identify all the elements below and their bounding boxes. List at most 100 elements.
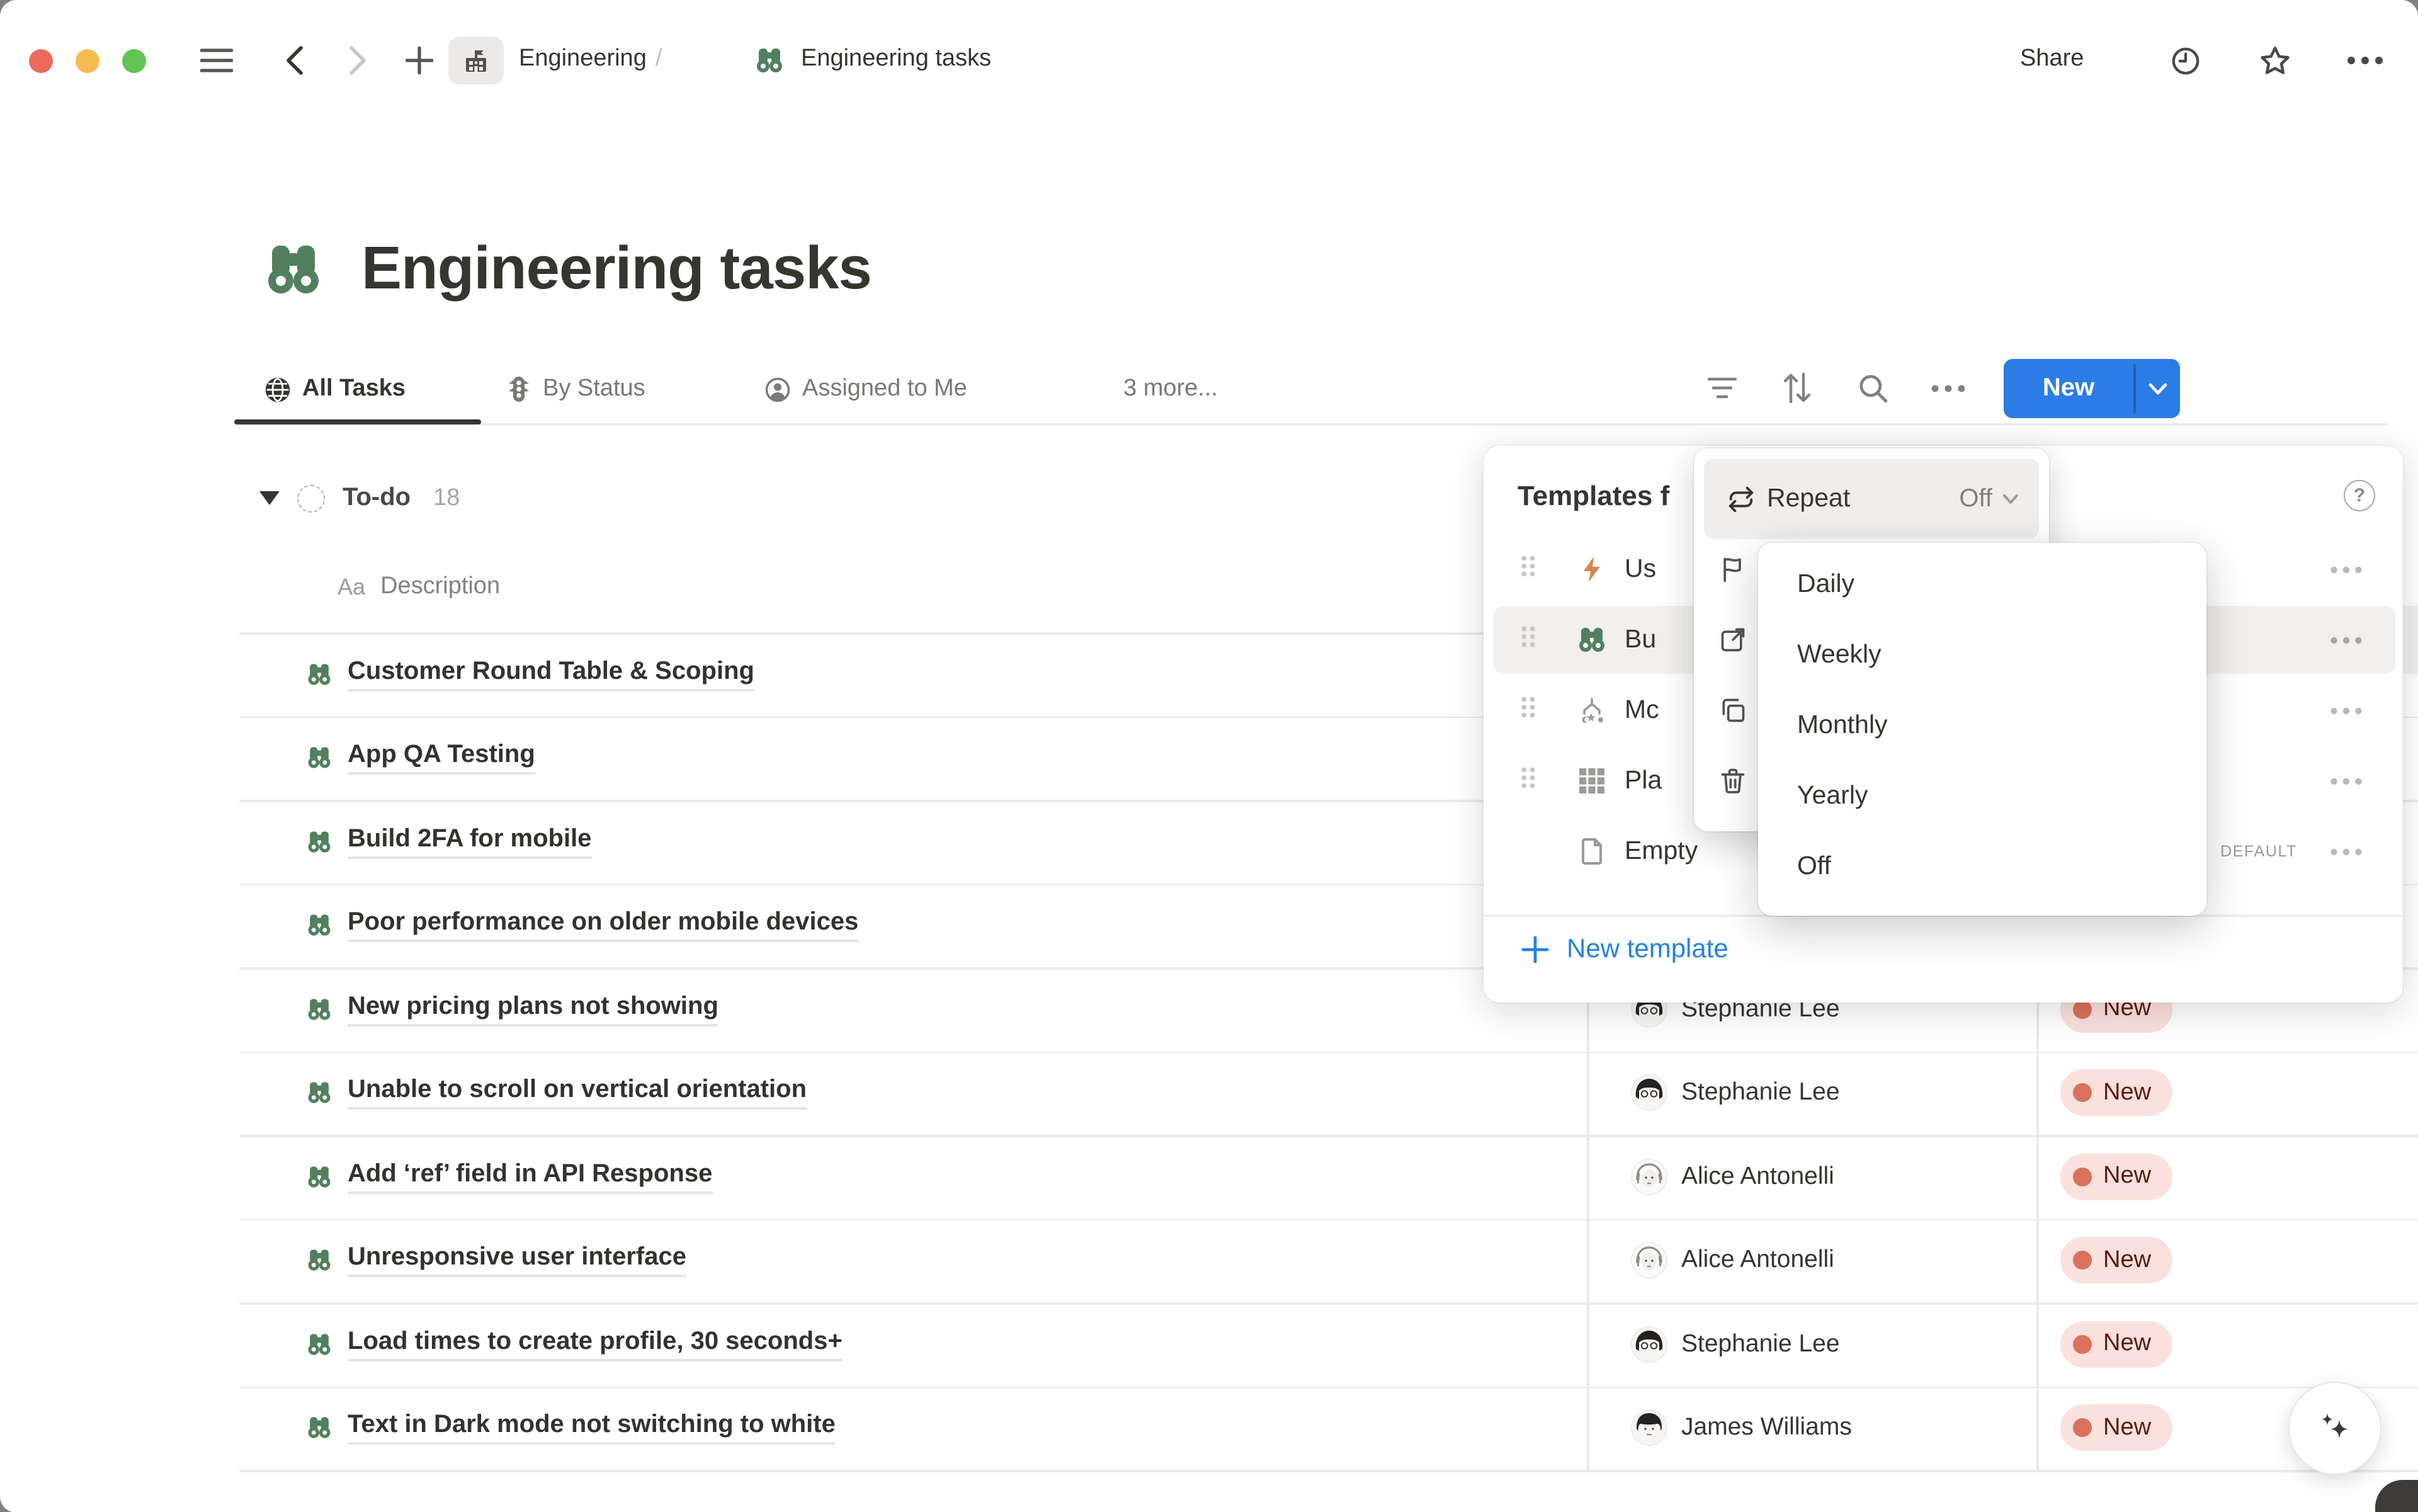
table-row[interactable]: Unresponsive user interface	[306, 1235, 686, 1285]
task-title[interactable]: Unresponsive user interface	[348, 1243, 686, 1277]
tab-label: All Tasks	[302, 375, 406, 403]
assignee-cell[interactable]: Stephanie Lee	[1632, 1319, 1840, 1369]
group-name[interactable]: To-do	[343, 484, 411, 513]
status-dot-icon	[2073, 1418, 2092, 1437]
task-title[interactable]: Poor performance on older mobile devices	[348, 908, 858, 942]
status-label: New	[2103, 1079, 2151, 1106]
assignee-cell[interactable]: James Williams	[1632, 1402, 1852, 1453]
menu-option-weekly[interactable]: Weekly	[1758, 620, 2206, 690]
traffic-light-close[interactable]	[29, 48, 53, 72]
breadcrumb-separator: /	[647, 45, 671, 72]
assignee-cell[interactable]: Stephanie Lee	[1632, 1067, 1840, 1118]
drag-handle-icon[interactable]	[1521, 696, 1535, 724]
favorite-button[interactable]	[2257, 43, 2292, 78]
table-row[interactable]: Add ‘ref’ field in API Response	[306, 1151, 712, 1202]
table-row[interactable]: Customer Round Table & Scoping	[306, 649, 754, 699]
task-title[interactable]: Build 2FA for mobile	[348, 824, 591, 858]
notion-window: Engineering/ Engineering tasks Share	[0, 0, 2418, 1512]
template-more-button[interactable]	[2330, 770, 2363, 792]
new-template-button[interactable]: New template	[1521, 935, 1728, 965]
ai-assistant-button[interactable]	[2288, 1382, 2381, 1475]
breadcrumb-page-icon-wrap	[753, 45, 786, 76]
status-badge[interactable]: New	[2060, 1069, 2172, 1116]
group-disclosure-icon[interactable]	[259, 491, 280, 505]
claw-machine-icon	[1577, 695, 1607, 725]
breadcrumb: Engineering/	[519, 45, 671, 73]
column-header-label: Description	[380, 573, 500, 601]
drag-handle-icon[interactable]	[1521, 767, 1535, 795]
menu-option-daily[interactable]: Daily	[1758, 549, 2206, 620]
globe-icon	[264, 376, 291, 402]
status-badge[interactable]: New	[2060, 1237, 2172, 1283]
tab-more[interactable]: 3 more...	[1123, 370, 1218, 408]
drag-handle-icon[interactable]	[1521, 626, 1535, 654]
task-title[interactable]: Customer Round Table & Scoping	[348, 657, 754, 691]
traffic-light-zoom[interactable]	[122, 48, 146, 72]
avatar	[1632, 1159, 1666, 1193]
breadcrumb-workspace[interactable]: Engineering	[519, 45, 647, 72]
assignee-cell[interactable]: Alice Antonelli	[1632, 1151, 1834, 1202]
page-icon-wrap[interactable]	[263, 239, 324, 300]
task-title[interactable]: New pricing plans not showing	[348, 992, 718, 1026]
new-page-button[interactable]	[403, 45, 436, 76]
table-row[interactable]: Load times to create profile, 30 seconds…	[306, 1319, 843, 1369]
column-header-description[interactable]: Aa Description	[338, 573, 500, 601]
sidebar-menu-button[interactable]	[199, 45, 234, 76]
tab-label: Assigned to Me	[802, 375, 967, 403]
table-row[interactable]: App QA Testing	[306, 732, 535, 783]
menu-item-repeat[interactable]: Repeat Off	[1704, 458, 2039, 539]
chevron-left-icon	[285, 45, 305, 76]
binoculars-icon	[306, 744, 332, 771]
breadcrumb-workspace-chip[interactable]	[448, 37, 504, 84]
repeat-options-menu: Daily Weekly Monthly Yearly Off	[1758, 543, 2206, 916]
menu-option-yearly[interactable]: Yearly	[1758, 761, 2206, 831]
breadcrumb-page[interactable]: Engineering tasks	[801, 45, 991, 73]
search-button[interactable]	[1856, 370, 1889, 406]
menu-option-off[interactable]: Off	[1758, 831, 2206, 902]
binoculars-icon	[306, 828, 332, 855]
nav-back-button[interactable]	[280, 45, 310, 76]
template-more-button[interactable]	[2330, 628, 2363, 651]
ellipsis-icon	[2346, 55, 2384, 65]
share-button[interactable]: Share	[2020, 45, 2084, 73]
page-title: Engineering tasks	[361, 234, 871, 304]
topbar-more-button[interactable]	[2345, 53, 2385, 68]
traffic-light-minimize[interactable]	[76, 48, 99, 72]
task-title[interactable]: App QA Testing	[348, 741, 535, 775]
table-row[interactable]: Unable to scroll on vertical orientation	[306, 1067, 807, 1118]
row-highlight-edge	[2403, 606, 2418, 674]
active-tab-underline	[234, 419, 481, 424]
status-badge[interactable]: New	[2060, 1153, 2172, 1200]
avatar	[1632, 1243, 1666, 1277]
template-more-button[interactable]	[2330, 558, 2363, 581]
task-title[interactable]: Load times to create profile, 30 seconds…	[348, 1327, 843, 1361]
status-badge[interactable]: New	[2060, 1404, 2172, 1451]
table-row[interactable]: Poor performance on older mobile devices	[306, 900, 858, 950]
lightning-icon	[1577, 554, 1607, 584]
assignee-cell[interactable]: Alice Antonelli	[1632, 1235, 1834, 1285]
sort-button[interactable]	[1781, 370, 1813, 406]
template-more-button[interactable]	[2330, 840, 2363, 863]
tab-by-status[interactable]: By Status	[506, 370, 645, 408]
tab-all-tasks[interactable]: All Tasks	[264, 370, 406, 408]
table-row[interactable]: Text in Dark mode not switching to white	[306, 1402, 836, 1453]
status-badge[interactable]: New	[2060, 1321, 2172, 1367]
new-button[interactable]: New	[2004, 359, 2133, 418]
new-button-dropdown[interactable]	[2135, 359, 2180, 418]
table-row[interactable]: New pricing plans not showing	[306, 984, 718, 1034]
person-circle-icon	[764, 376, 791, 402]
task-title[interactable]: Unable to scroll on vertical orientation	[348, 1076, 807, 1110]
filter-button[interactable]	[1705, 373, 1738, 403]
menu-option-monthly[interactable]: Monthly	[1758, 690, 2206, 761]
task-title[interactable]: Text in Dark mode not switching to white	[348, 1411, 836, 1445]
template-more-button[interactable]	[2330, 699, 2363, 722]
drag-handle-icon[interactable]	[1521, 555, 1535, 583]
task-title[interactable]: Add ‘ref’ field in API Response	[348, 1159, 712, 1193]
table-row[interactable]: Build 2FA for mobile	[306, 816, 591, 867]
nav-forward-button[interactable]	[343, 45, 373, 76]
tab-assigned-to-me[interactable]: Assigned to Me	[764, 370, 967, 408]
help-icon[interactable]: ?	[2344, 480, 2375, 511]
view-more-button[interactable]	[1929, 382, 1967, 394]
updates-button[interactable]	[2169, 44, 2201, 77]
school-building-icon	[461, 45, 491, 76]
